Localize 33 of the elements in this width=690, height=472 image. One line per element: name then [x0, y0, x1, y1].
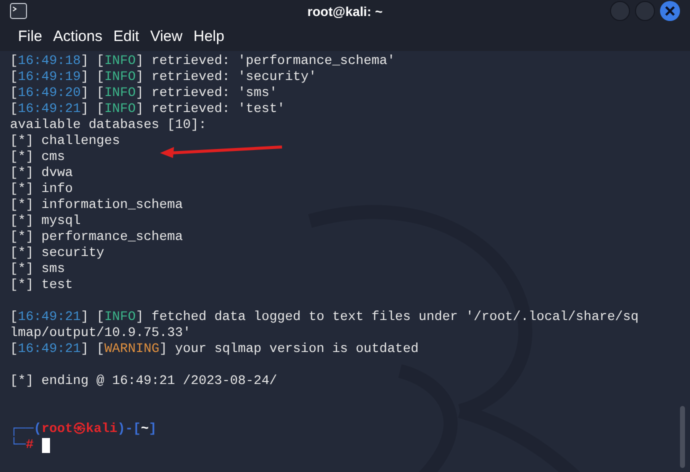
- output-line: [*] performance_schema: [10, 229, 183, 245]
- output-line: available databases [10]:: [10, 117, 206, 133]
- maximize-button[interactable]: [635, 1, 655, 21]
- output-line: [*] mysql: [10, 213, 81, 229]
- menu-item[interactable]: Actions: [48, 26, 108, 48]
- prompt-symbol: └─#: [10, 437, 34, 453]
- close-button[interactable]: [660, 1, 680, 21]
- output-line: [*] info: [10, 181, 73, 197]
- window-title: root@kali: ~: [307, 2, 383, 21]
- output-line: [*] challenges: [10, 133, 120, 149]
- log-line: [16:49:21] [INFO] retrieved: 'test': [10, 101, 286, 117]
- output-line: [*] ending @ 16:49:21 /2023-08-24/: [10, 373, 278, 389]
- log-line: [16:49:19] [INFO] retrieved: 'security': [10, 69, 318, 85]
- menu-item[interactable]: Help: [188, 26, 230, 48]
- minimize-button[interactable]: [610, 1, 630, 21]
- log-line: [16:49:21] [WARNING] your sqlmap version is outdated: [10, 341, 420, 357]
- log-line: [16:49:20] [INFO] retrieved: 'sms': [10, 85, 278, 101]
- output-line: [*] cms: [10, 149, 66, 165]
- prompt-line: ┌──(root㉿kali)-[~]: [10, 421, 158, 437]
- text-cursor: [42, 438, 50, 452]
- output-line: [*] dvwa: [10, 165, 73, 181]
- close-icon: [665, 6, 675, 16]
- terminal-icon: [10, 3, 27, 19]
- log-line: [16:49:21] [INFO] fetched data logged to text files under '/root/.local/share/sqlmap/output/10.9.75.33': [10, 309, 640, 341]
- menu-item[interactable]: View: [145, 26, 188, 48]
- output-line: [*] security: [10, 245, 104, 261]
- output-line: [*] test: [10, 277, 73, 293]
- menu-item[interactable]: Edit: [108, 26, 144, 48]
- output-line: [*] sms: [10, 261, 66, 277]
- scrollbar-thumb[interactable]: [680, 406, 685, 468]
- menu-item[interactable]: File: [13, 26, 48, 48]
- output-line: [*] information_schema: [10, 197, 183, 213]
- log-line: [16:49:18] [INFO] retrieved: 'performance_schema': [10, 53, 396, 69]
